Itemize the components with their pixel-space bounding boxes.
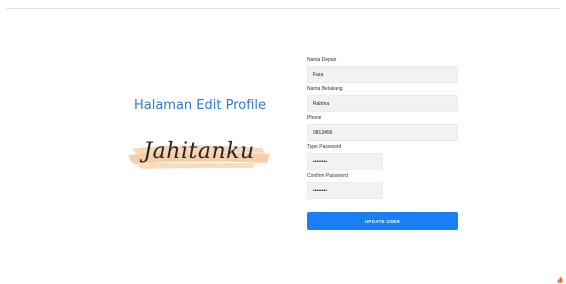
- last-name-label: Nama Belakang: [307, 86, 343, 92]
- logo-text: Jahitanku: [143, 139, 255, 164]
- top-divider: [6, 8, 560, 9]
- brand-panel: Halaman Edit Profile Jahitanku: [120, 98, 280, 177]
- page: Halaman Edit Profile Jahitanku Nama Depa…: [0, 0, 566, 284]
- phone-label: Phone: [307, 115, 322, 121]
- first-name-field[interactable]: [307, 66, 458, 83]
- confirm-password-label: Confirm Password: [307, 173, 348, 179]
- page-title: Halaman Edit Profile: [133, 98, 267, 113]
- password-label: Type Password: [307, 144, 342, 150]
- first-name-label: Nama Depan: [307, 57, 337, 63]
- edit-profile-form: Nama Depan Nama Belakang Phone Type Pass…: [307, 57, 458, 230]
- phone-field[interactable]: [307, 124, 458, 141]
- flame-icon[interactable]: [556, 276, 564, 284]
- confirm-password-field[interactable]: [307, 182, 383, 199]
- jahitanku-logo: Jahitanku: [124, 133, 274, 177]
- password-field[interactable]: [307, 153, 383, 170]
- last-name-field[interactable]: [307, 95, 458, 112]
- update-user-button[interactable]: UPDATE USER: [307, 212, 458, 230]
